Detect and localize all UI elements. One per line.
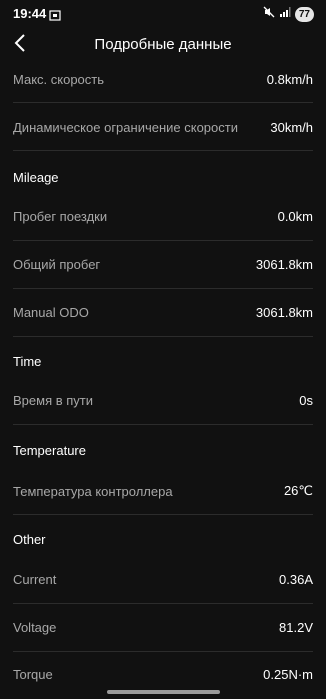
screenshot-icon [49,8,61,26]
total-mileage-value: 3061.8km [255,257,313,272]
total-mileage-label: Общий пробег [13,257,101,272]
travel-time-row: Время в пути 0s [13,393,313,408]
manual-odo-value: 3061.8km [255,305,313,320]
trip-mileage-label: Пробег поездки [13,209,108,224]
home-indicator[interactable] [107,690,220,694]
max-speed-value: 0.8km/h [266,72,313,87]
total-mileage-row: Общий пробег 3061.8km [13,257,313,272]
divider [13,288,313,289]
voltage-label: Voltage [13,620,57,635]
divider [13,240,313,241]
mute-icon [263,5,275,23]
app-bar: Подробные данные [0,28,326,62]
controller-temperature-row: Температура контроллера 26℃ [13,483,313,499]
manual-odo-row: Manual ODO 3061.8km [13,305,313,320]
max-speed-label: Макс. скорость [13,72,105,87]
signal-icon [279,5,291,23]
current-value: 0.36A [279,572,313,587]
page-title: Подробные данные [94,36,232,53]
current-label: Current [13,572,57,587]
trip-mileage-value: 0.0km [277,209,313,224]
dynamic-speed-limit-value: 30km/h [270,120,313,135]
dynamic-speed-limit-row: Динамическое ограничение скорости 30km/h [13,120,313,135]
divider [13,651,313,652]
divider [13,336,313,337]
voltage-value: 81.2V [279,620,313,635]
current-row: Current 0.36A [13,572,313,587]
section-title-time: Time [13,354,42,369]
controller-temperature-label: Температура контроллера [13,483,173,499]
divider [13,424,313,425]
manual-odo-label: Manual ODO [13,305,89,320]
divider [13,150,313,151]
max-speed-row: Макс. скорость 0.8km/h [13,72,313,87]
torque-label: Torque [13,667,53,682]
torque-value: 0.25N·m [263,667,313,682]
dynamic-speed-limit-label: Динамическое ограничение скорости [13,120,238,135]
torque-row: Torque 0.25N·m [13,667,313,682]
trip-mileage-row: Пробег поездки 0.0km [13,209,313,224]
status-time: 19:44 [13,6,47,21]
section-title-mileage: Mileage [13,170,59,185]
travel-time-label: Время в пути [13,393,93,408]
divider [13,102,313,103]
controller-temperature-value: 26℃ [283,483,313,498]
divider [13,514,313,515]
battery-badge: 77 [294,6,314,22]
section-title-temperature: Temperature [13,443,86,458]
status-icons: 77 [263,5,314,23]
travel-time-value: 0s [299,393,313,408]
divider [13,603,313,604]
status-bar: 19:44 77 [0,0,326,28]
section-title-other: Other [13,532,46,547]
voltage-row: Voltage 81.2V [13,620,313,635]
